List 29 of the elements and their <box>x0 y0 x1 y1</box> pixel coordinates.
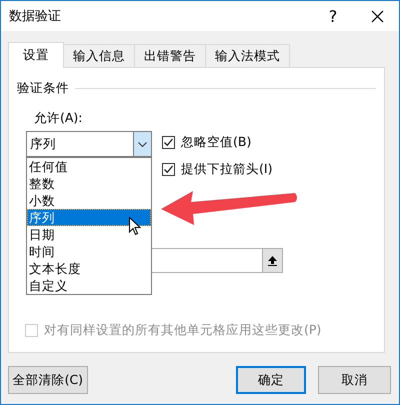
window-title: 数据验证 <box>9 8 62 25</box>
dropdown-option[interactable]: 文本长度 <box>27 260 151 277</box>
dialog-button[interactable]: 全部清除(C) <box>8 366 88 394</box>
help-button[interactable]: ? <box>311 1 355 31</box>
mouse-cursor-icon <box>129 217 141 236</box>
dialog-button[interactable]: 确定 <box>236 366 306 394</box>
dropdown-option[interactable]: 任何值 <box>27 158 151 175</box>
dropdown-option[interactable]: 小数 <box>27 192 151 209</box>
checkbox[interactable] <box>162 136 175 149</box>
dialog-button[interactable]: 取消 <box>318 366 391 394</box>
dropdown-option[interactable]: 序列 <box>27 209 151 226</box>
checkbox-label: 忽略空值(B) <box>181 134 252 151</box>
close-icon <box>370 10 384 22</box>
tab[interactable]: 输入法模式 <box>205 44 290 68</box>
dropdown-button[interactable] <box>133 132 151 156</box>
allow-label: 允许(A): <box>34 110 84 127</box>
dropdown-option[interactable]: 自定义 <box>27 277 151 294</box>
checkbox-label: 对有同样设置的所有其他单元格应用这些更改(P) <box>44 322 322 339</box>
allow-combobox[interactable]: 序列 <box>26 131 152 157</box>
checkbox[interactable] <box>162 163 175 176</box>
dropdown-option[interactable]: 日期 <box>27 226 151 243</box>
dropdown-option[interactable]: 时间 <box>27 243 151 260</box>
chevron-down-icon <box>138 142 147 146</box>
checkbox-label: 提供下拉箭头(I) <box>181 161 272 178</box>
section-title: 验证条件 <box>17 80 69 97</box>
up-arrow-icon <box>268 256 277 266</box>
collapse-button[interactable] <box>262 249 282 272</box>
tab[interactable]: 设置 <box>8 42 64 68</box>
dropdown-option[interactable]: 整数 <box>27 175 151 192</box>
